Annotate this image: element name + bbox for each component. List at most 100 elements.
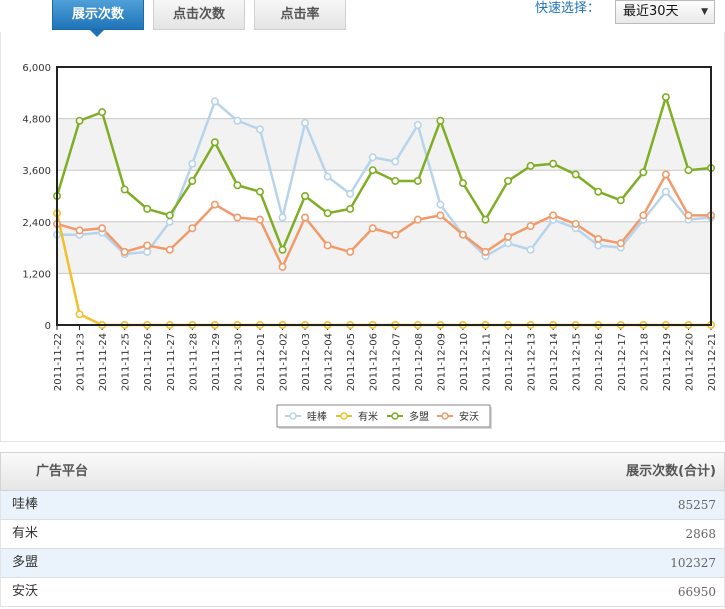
quick-select-label: 快速选择： (535, 1, 601, 16)
x-tick-label: 2011-12-06 (369, 333, 380, 391)
data-point (143, 204, 152, 213)
header-platform: 广告平台 (36, 464, 89, 479)
x-axis-ticks: 2011-11-22 2011-11-23 2011-11-24 2011-11-25… (53, 325, 718, 391)
data-point (436, 116, 445, 125)
table-row: 有米 2868 (0, 520, 725, 549)
x-tick-label: 2011-12-15 (572, 333, 583, 391)
data-point (346, 247, 355, 256)
data-point (594, 235, 603, 244)
data-point (75, 226, 84, 235)
y-tick-label: 3,600 (22, 166, 51, 177)
data-point (684, 166, 693, 175)
x-tick-label: 2011-12-13 (527, 333, 538, 391)
legend-marker (391, 412, 399, 420)
data-point (188, 159, 197, 168)
data-point (391, 157, 400, 166)
data-point (639, 211, 648, 220)
data-point (504, 239, 513, 248)
data-point (323, 241, 332, 250)
date-range-select[interactable]: 最近30天 ▼ (615, 0, 715, 24)
x-tick-label: 2011-12-21 (707, 333, 718, 391)
x-tick-label: 2011-12-11 (481, 333, 492, 391)
x-tick-label: 2011-12-18 (639, 333, 650, 391)
chevron-down-icon: ▼ (701, 7, 708, 17)
data-point (233, 181, 242, 190)
legend-label: 哇棒 (307, 410, 327, 423)
data-point (368, 166, 377, 175)
data-point (165, 211, 174, 220)
header-impressions-total: 展示次数(合计) (626, 464, 716, 479)
table-row: 多盟 102327 (0, 549, 725, 578)
data-point (684, 211, 693, 220)
data-point (481, 215, 490, 224)
data-point (346, 189, 355, 198)
x-tick-label: 2011-12-03 (301, 333, 312, 391)
tab-clicks[interactable]: 点击次数 (153, 0, 245, 30)
data-point (571, 219, 580, 228)
table-row: 安沃 66950 (0, 578, 725, 607)
platform-name: 哇棒 (12, 497, 39, 512)
x-tick-label: 2011-12-20 (684, 333, 695, 391)
data-point (661, 170, 670, 179)
data-point (210, 200, 219, 209)
impressions-total: 102327 (670, 556, 716, 570)
y-tick-label: 1,200 (22, 269, 51, 280)
x-tick-label: 2011-11-26 (143, 333, 154, 391)
data-point (458, 230, 467, 239)
x-tick-label: 2011-12-08 (414, 333, 425, 391)
data-point (526, 161, 535, 170)
tab-impressions[interactable]: 展示次数 (52, 0, 144, 30)
y-tick-label: 2,400 (22, 218, 51, 229)
impressions-total: 2868 (685, 527, 716, 541)
data-point (75, 310, 84, 319)
data-point (75, 116, 84, 125)
table-row: 哇棒 85257 (0, 491, 725, 520)
data-point (278, 245, 287, 254)
data-point (255, 125, 264, 134)
data-point (323, 209, 332, 218)
data-point (368, 224, 377, 233)
x-tick-label: 2011-12-02 (279, 333, 290, 391)
x-tick-label: 2011-12-01 (256, 333, 267, 391)
data-point (98, 108, 107, 117)
x-tick-label: 2011-11-30 (233, 333, 244, 391)
x-tick-label: 2011-12-16 (594, 333, 605, 391)
data-point (165, 245, 174, 254)
legend-label: 有米 (358, 410, 378, 423)
data-point (504, 232, 513, 241)
data-point (346, 204, 355, 213)
data-point (233, 116, 242, 125)
data-point (210, 97, 219, 106)
data-point (436, 211, 445, 220)
data-point (368, 153, 377, 162)
data-point (301, 213, 310, 222)
table-header: 广告平台 展示次数(合计) (0, 452, 725, 491)
tab-ctr[interactable]: 点击率 (254, 0, 346, 30)
data-point (188, 224, 197, 233)
tab-bar: 展示次数 点击次数 点击率 快速选择： 最近30天 ▼ (0, 0, 725, 37)
platform-name: 多盟 (12, 555, 39, 570)
legend-marker (340, 412, 348, 420)
data-point (661, 93, 670, 102)
x-tick-label: 2011-12-07 (391, 333, 402, 391)
line-chart: 01,2002,4003,6004,8006,000 2011-11-22 201… (22, 63, 718, 429)
x-tick-label: 2011-11-24 (98, 333, 109, 391)
data-point (594, 241, 603, 250)
data-point (391, 176, 400, 185)
impressions-total: 85257 (677, 498, 716, 512)
data-point (504, 176, 513, 185)
data-point (458, 179, 467, 188)
data-point (616, 239, 625, 248)
data-point (98, 224, 107, 233)
data-point (278, 262, 287, 271)
summary-table: 广告平台 展示次数(合计) 哇棒 85257 有米 2868 多盟 102327… (0, 452, 725, 607)
data-point (143, 241, 152, 250)
legend-label: 多盟 (409, 410, 429, 423)
legend-marker (441, 412, 449, 420)
data-point (255, 215, 264, 224)
data-point (526, 245, 535, 254)
data-point (210, 138, 219, 147)
data-point (639, 168, 648, 177)
data-point (233, 213, 242, 222)
chart-panel: 0 1,200 2,400 3,600 4,800 6,000 2011-11-22 201… (0, 32, 725, 442)
